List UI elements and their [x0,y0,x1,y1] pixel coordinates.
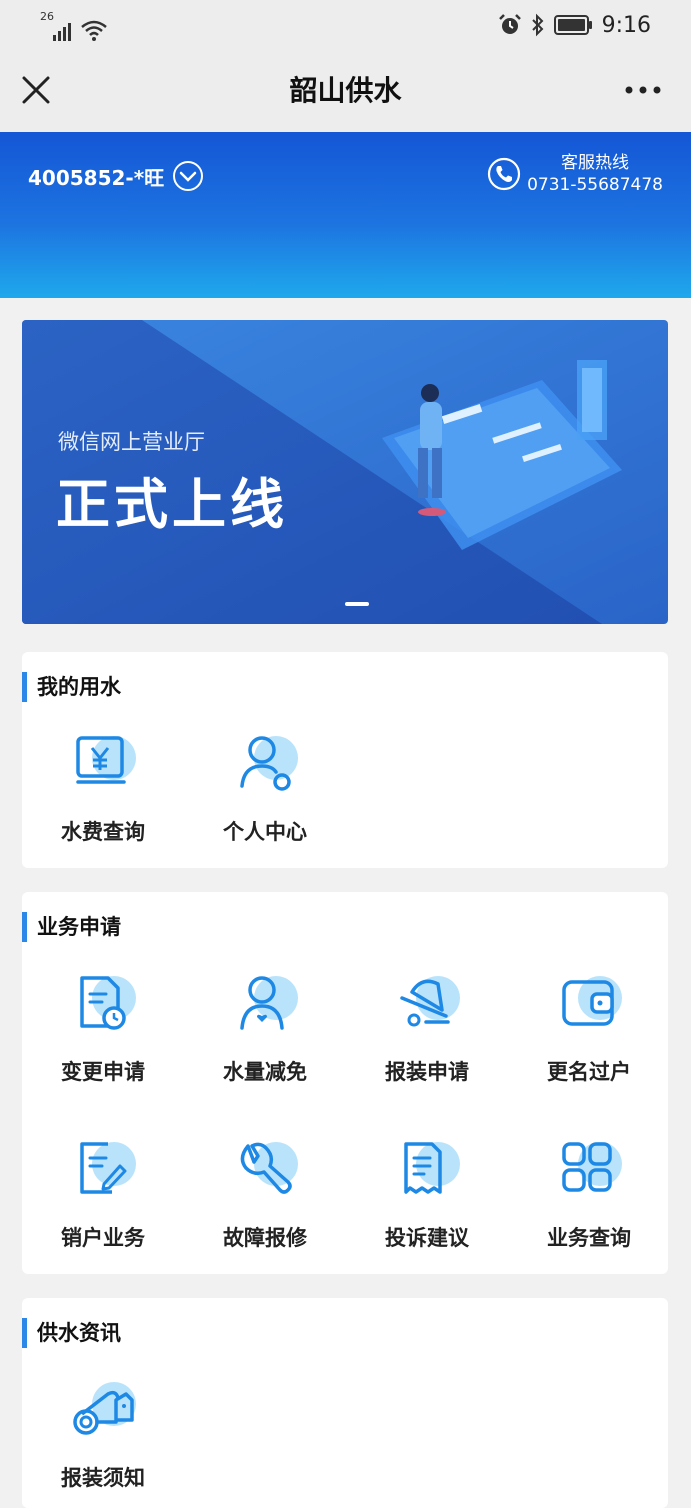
bill-icon [76,736,136,784]
account-number: 4005852-*旺 [28,165,165,190]
item-label: 水费查询 [61,820,145,844]
item-water-reduction[interactable]: 水量减免 [184,970,346,1086]
battery-icon [553,15,592,35]
alarm-icon [498,14,521,34]
section-title: 我的用水 [22,672,121,702]
carousel-indicator[interactable] [345,602,369,606]
phone-icon [487,157,521,191]
grid-icon [562,1142,622,1192]
doc-clock-icon [80,976,136,1030]
chevron-down-icon [173,161,204,191]
banner[interactable]: 微信网上营业厅 正式上线 [22,320,668,624]
item-label: 报装申请 [385,1060,469,1084]
section-news: 供水资讯 报装须知 [22,1298,668,1508]
bluetooth-icon [531,13,544,37]
item-install-request[interactable]: 报装申请 [346,970,508,1086]
banner-title: 正式上线 [56,473,288,536]
hotline[interactable]: 客服热线 0731-55687478 [487,152,663,196]
section-title: 供水资讯 [22,1318,121,1348]
hotline-title: 客服热线 [561,153,630,173]
item-complaint[interactable]: 投诉建议 [346,1136,508,1252]
item-label: 水量减免 [223,1060,307,1084]
pipe-icon [73,1382,136,1435]
section-title: 业务申请 [22,912,121,942]
edit-doc-icon [80,1142,136,1194]
signal-icon [53,23,71,41]
item-label: 变更申请 [61,1060,145,1084]
wallet-icon [562,976,622,1026]
item-label: 故障报修 [223,1226,307,1250]
item-business-query[interactable]: 业务查询 [508,1136,670,1252]
wifi-icon [81,20,107,41]
item-label: 投诉建议 [385,1226,469,1250]
item-fault-repair[interactable]: 故障报修 [184,1136,346,1252]
item-change-request[interactable]: 变更申请 [22,970,184,1086]
item-label: 报装须知 [61,1466,145,1490]
user-icon [240,736,298,791]
nav-bar: 韶山供水 [0,50,691,132]
item-label: 销户业务 [61,1226,145,1250]
bell-icon [400,976,460,1027]
banner-subtitle: 微信网上营业厅 [58,430,205,454]
item-account-cancel[interactable]: 销户业务 [22,1136,184,1252]
account-header: 4005852-*旺 客服热线 0731-55687478 [0,132,691,298]
user-heart-icon [240,976,298,1030]
section-my-water: 我的用水 水费查询 个人中心 [22,652,668,868]
item-label: 个人中心 [223,820,307,844]
item-bill-query[interactable]: 水费查询 [22,730,184,846]
page-title: 韶山供水 [289,74,402,107]
wrench-icon [240,1142,298,1194]
section-business: 业务申请 变更申请 水量减免 报装申请 更名过户 销户业务 故障报修 投诉建议 … [22,892,668,1274]
item-label: 业务查询 [547,1226,631,1250]
item-name-transfer[interactable]: 更名过户 [508,970,670,1086]
item-personal-center[interactable]: 个人中心 [184,730,346,846]
item-install-notice[interactable]: 报装须知 [22,1376,184,1492]
status-time: 9:16 [601,12,651,38]
receipt-icon [404,1142,460,1194]
account-selector[interactable]: 4005852-*旺 [28,160,204,192]
hotline-number: 0731-55687478 [527,175,663,195]
more-icon[interactable] [623,80,663,100]
item-label: 更名过户 [547,1060,631,1084]
status-bar: 26 9:16 [0,0,691,50]
